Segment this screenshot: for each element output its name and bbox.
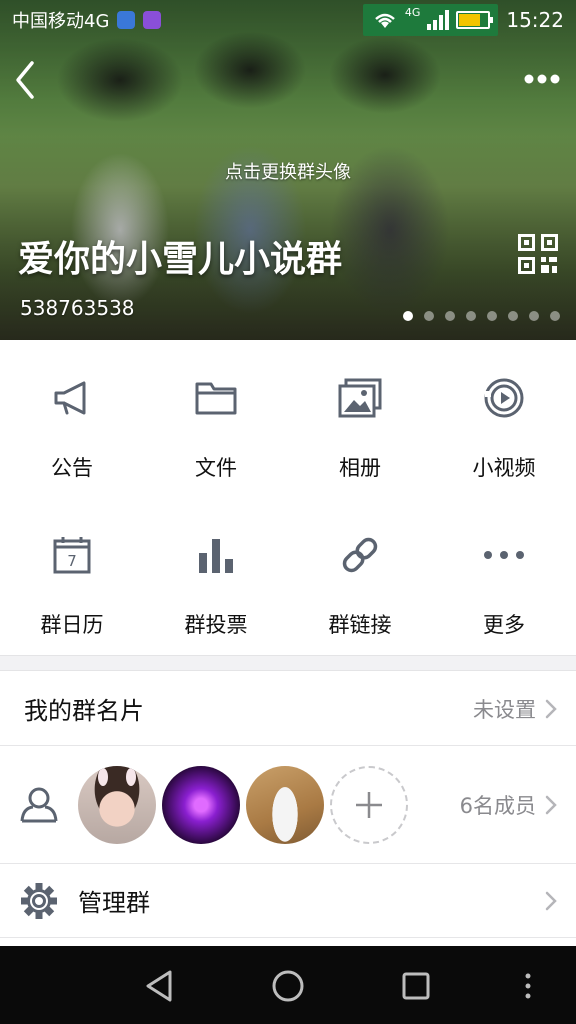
battery-level <box>459 14 481 26</box>
nav-menu-button[interactable] <box>516 968 540 1008</box>
carousel-dot <box>403 311 413 321</box>
members-icon <box>20 787 58 822</box>
wifi-icon <box>374 13 395 28</box>
circle-home-icon <box>272 970 304 1002</box>
member-avatars <box>78 765 408 844</box>
carousel-dot <box>466 311 476 321</box>
more-dots-icon <box>482 533 526 577</box>
nav-home-button[interactable] <box>268 966 308 1010</box>
more-horizontal-icon <box>524 74 560 84</box>
clock: 15:22 <box>506 8 564 32</box>
battery-icon <box>456 11 494 29</box>
feature-more[interactable]: 更多 <box>432 497 576 654</box>
megaphone-icon <box>50 376 94 420</box>
triangle-back-icon <box>146 970 172 1002</box>
plus-icon <box>356 791 382 818</box>
cell-signal-icon <box>427 10 450 30</box>
system-navigation-bar <box>0 946 576 1024</box>
add-member-button[interactable] <box>330 765 408 844</box>
feature-calendar[interactable]: 7 群日历 <box>0 497 144 654</box>
gear-icon <box>21 882 57 919</box>
calendar-icon: 7 <box>50 533 94 577</box>
members-icon-wrap <box>0 786 78 824</box>
back-button[interactable] <box>10 58 40 102</box>
image-notification-icon <box>143 11 162 29</box>
member-avatar[interactable] <box>78 765 156 844</box>
carousel-dot <box>424 311 434 321</box>
feature-label: 群投票 <box>184 613 248 637</box>
manage-group-row[interactable]: 管理群 <box>0 864 576 938</box>
chevron-right-icon <box>545 795 557 814</box>
back-arrow-icon <box>16 61 34 99</box>
bar-chart-icon <box>194 533 238 577</box>
carousel-dot <box>550 311 560 321</box>
feature-files[interactable]: 文件 <box>144 340 288 497</box>
group-cover-image[interactable]: 中国移动4G 4G 15:22 点击更换群头像 爱你的小雪儿小说群 538763… <box>0 0 576 340</box>
group-id: 538763538 <box>20 296 135 320</box>
album-icon <box>338 376 382 420</box>
carousel-dot <box>487 311 497 321</box>
folder-icon <box>194 376 238 420</box>
status-bar: 中国移动4G 4G 15:22 <box>0 0 576 40</box>
change-avatar-hint[interactable]: 点击更换群头像 <box>0 158 576 184</box>
feature-grid: 公告 文件 相册 小视频 7 群日历 群投票 群链接 更多 <box>0 340 576 655</box>
carrier-label: 中国移动4G <box>12 11 110 32</box>
chevron-right-icon <box>545 891 557 910</box>
members-row[interactable]: 6名成员 <box>0 746 576 864</box>
feature-label: 群日历 <box>40 613 104 637</box>
qr-code-icon <box>518 234 558 274</box>
more-options-button[interactable] <box>522 64 562 94</box>
square-recents-icon <box>402 972 430 1000</box>
vertical-dots-icon <box>525 973 531 999</box>
carousel-dot <box>508 311 518 321</box>
settings-icon-wrap <box>0 882 78 920</box>
location-notification-icon <box>117 11 136 29</box>
feature-label: 群链接 <box>328 613 392 637</box>
feature-vote[interactable]: 群投票 <box>144 497 288 654</box>
carousel-indicator <box>403 311 560 321</box>
signal-area: 4G <box>362 4 499 36</box>
my-card-value: 未设置 <box>473 697 536 722</box>
feature-announcement[interactable]: 公告 <box>0 340 144 497</box>
member-count: 6名成员 <box>459 793 536 818</box>
link-icon <box>338 533 382 577</box>
carousel-dot <box>445 311 455 321</box>
my-card-title: 我的群名片 <box>24 697 144 725</box>
section-divider <box>0 655 576 671</box>
carousel-dot <box>529 311 539 321</box>
feature-label: 小视频 <box>472 456 536 480</box>
nav-recents-button[interactable] <box>396 966 436 1010</box>
nav-back-button[interactable] <box>140 966 180 1010</box>
qr-code-button[interactable] <box>518 234 558 274</box>
feature-label: 更多 <box>483 613 525 637</box>
video-play-icon <box>482 376 526 420</box>
member-avatar[interactable] <box>246 765 324 844</box>
feature-label: 文件 <box>195 456 237 480</box>
feature-link[interactable]: 群链接 <box>288 497 432 654</box>
calendar-day-label: 7 <box>67 552 77 570</box>
feature-label: 公告 <box>51 456 93 480</box>
member-avatar[interactable] <box>162 765 240 844</box>
feature-album[interactable]: 相册 <box>288 340 432 497</box>
my-group-card-row[interactable]: 我的群名片 未设置 <box>0 672 576 746</box>
manage-group-title: 管理群 <box>78 889 150 917</box>
group-name: 爱你的小雪儿小说群 <box>18 239 343 280</box>
feature-label: 相册 <box>339 456 381 480</box>
network-type-label: 4G <box>404 6 421 19</box>
chevron-right-icon <box>545 699 557 718</box>
feature-short-video[interactable]: 小视频 <box>432 340 576 497</box>
